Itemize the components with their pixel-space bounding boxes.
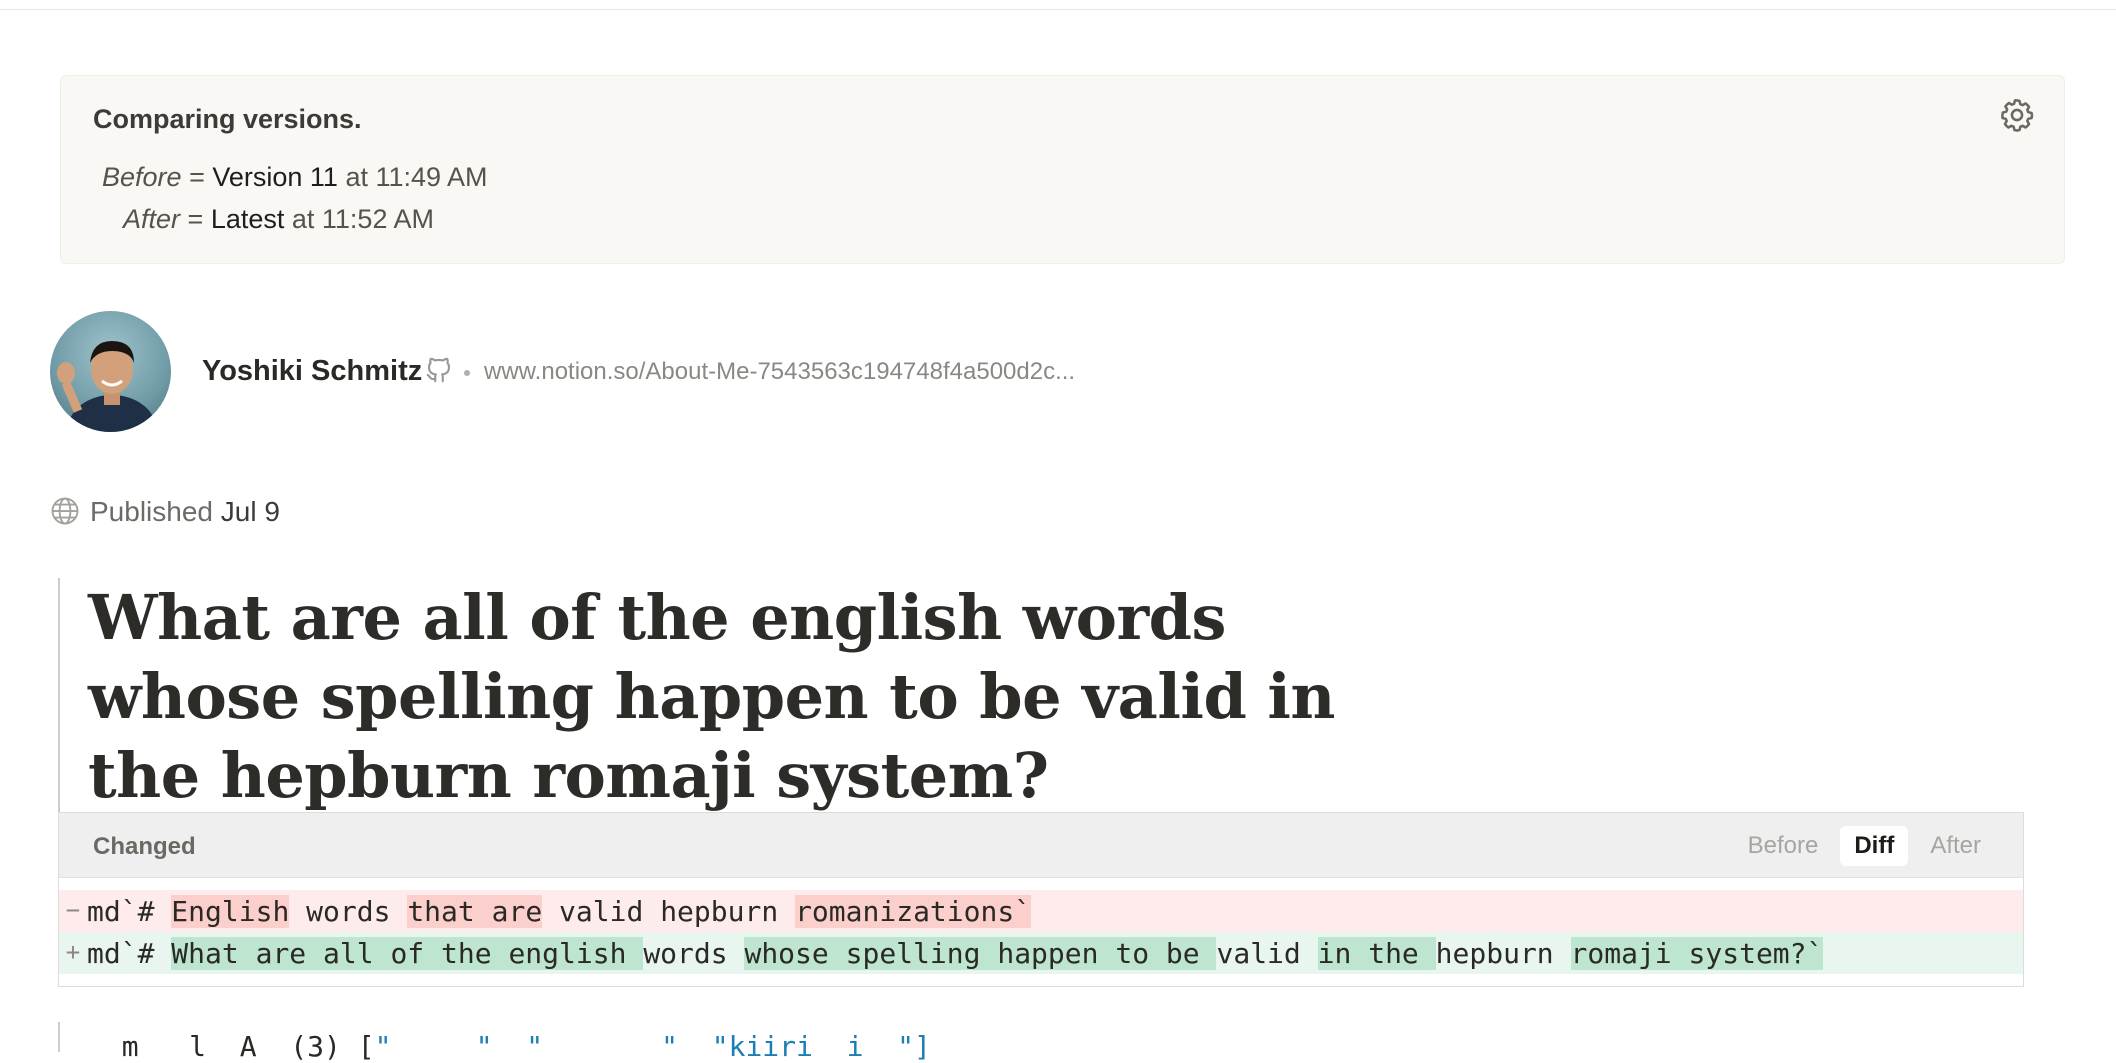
- after-time: at 11:52 AM: [284, 204, 434, 234]
- author-name[interactable]: Yoshiki Schmitz: [202, 355, 422, 388]
- tab-after[interactable]: After: [1916, 826, 1995, 866]
- added-sign: +: [65, 938, 81, 966]
- diff-unchanged-text: valid hepburn: [542, 895, 796, 928]
- diff-unchanged-text: valid: [1216, 937, 1318, 970]
- next-code-strings: " " " " "kiiri i "]: [374, 1030, 931, 1063]
- published-label: Published: [90, 496, 213, 527]
- diff-header: Changed Before Diff After: [59, 812, 2023, 878]
- diff-inserted-text: romaji system?`: [1570, 937, 1824, 970]
- compare-versions-banner: Comparing versions. Before = Version 11 …: [60, 75, 2065, 264]
- compare-title: Comparing versions.: [93, 104, 362, 134]
- next-block-bar: [58, 1022, 60, 1052]
- removed-code: md`# English words that are valid hepbur…: [87, 895, 1032, 928]
- diff-unchanged-text: md`#: [87, 895, 172, 928]
- top-divider: [0, 0, 2116, 10]
- gear-icon: [2001, 99, 2034, 132]
- diff-panel: Changed Before Diff After − md`# English…: [58, 812, 2024, 987]
- separator-dot: [464, 370, 470, 376]
- diff-unchanged-text: words: [643, 937, 745, 970]
- tab-before[interactable]: Before: [1734, 826, 1833, 866]
- author-avatar[interactable]: [50, 311, 171, 432]
- diff-inserted-text: in the: [1317, 937, 1436, 970]
- diff-added-line: + md`# What are all of the english words…: [59, 932, 2023, 974]
- diff-unchanged-text: hepburn: [1435, 937, 1571, 970]
- after-version: Latest: [210, 204, 285, 234]
- github-icon[interactable]: [424, 355, 454, 385]
- diff-unchanged-text: words: [289, 895, 408, 928]
- globe-icon: [51, 497, 79, 525]
- diff-removed-line: − md`# English words that are valid hepb…: [59, 890, 2023, 932]
- after-label: After: [123, 204, 181, 234]
- after-equals: =: [180, 204, 211, 234]
- published-date: Jul 9: [220, 496, 280, 527]
- before-version: Version 11: [212, 162, 338, 192]
- before-time: at 11:49 AM: [337, 162, 488, 192]
- next-code-block: m l A (3) [" " " " "kiiri i "]: [88, 1030, 931, 1063]
- tab-diff[interactable]: Diff: [1840, 826, 1909, 866]
- page-title: What are all of the english words whose …: [88, 581, 1336, 812]
- next-code-prefix: m l A (3) [: [88, 1030, 375, 1063]
- after-version-line: After = Latest at 11:52 AM: [123, 204, 434, 235]
- diff-view-tabs: Before Diff After: [1734, 826, 1995, 866]
- author-profile-link[interactable]: www.notion.so/About-Me-7543563c194748f4a…: [484, 358, 1075, 386]
- diff-inserted-text: whose spelling happen to be: [744, 937, 1217, 970]
- diff-deleted-text: romanizations`: [795, 895, 1032, 928]
- settings-button[interactable]: [1998, 96, 2036, 134]
- published-status: Published Jul 9: [90, 496, 280, 528]
- diff-unchanged-text: md`#: [87, 937, 172, 970]
- added-code: md`# What are all of the english words w…: [87, 937, 1824, 970]
- removed-sign: −: [65, 896, 81, 924]
- diff-inserted-text: What are all of the english: [171, 937, 644, 970]
- diff-deleted-text: that are: [407, 895, 543, 928]
- diff-deleted-text: English: [171, 895, 290, 928]
- diff-status-label: Changed: [93, 833, 196, 860]
- avatar-photo: [57, 341, 156, 432]
- title-change-bar: [58, 578, 60, 818]
- before-equals: =: [181, 162, 213, 192]
- before-version-line: Before = Version 11 at 11:49 AM: [102, 162, 488, 193]
- before-label: Before: [102, 162, 182, 192]
